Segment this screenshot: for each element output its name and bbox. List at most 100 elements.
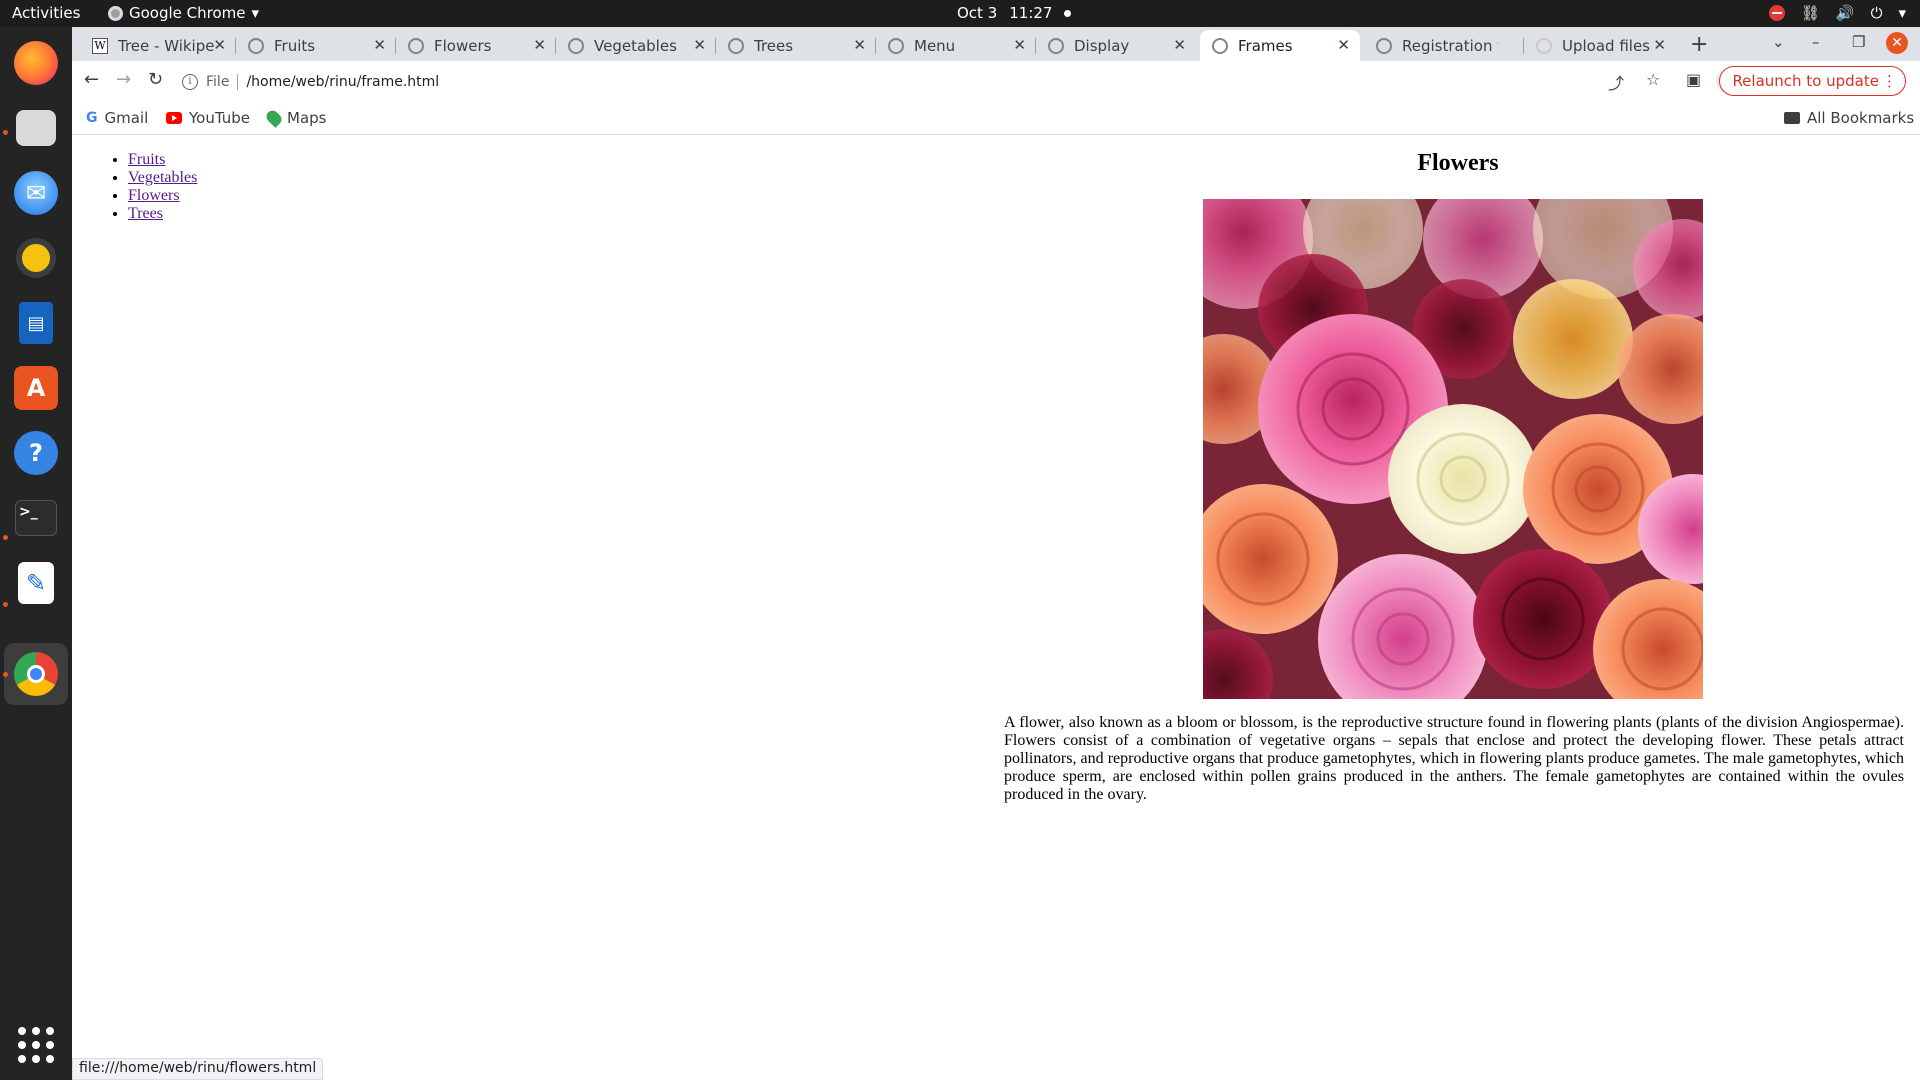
dock-rhythmbox[interactable] — [10, 232, 62, 284]
address-bar[interactable]: i File /home/web/rinu/frame.html — [182, 66, 1742, 98]
app-menu[interactable]: Google Chrome ▾ — [108, 4, 259, 22]
close-icon[interactable]: ✕ — [1653, 36, 1666, 54]
dock-thunderbird[interactable]: ✉ — [10, 167, 62, 219]
tab-label: Trees — [754, 36, 794, 55]
running-indicator — [3, 130, 8, 135]
dock-chrome[interactable] — [4, 643, 68, 705]
bookmark-label: Maps — [287, 109, 327, 127]
help-icon: ? — [14, 431, 58, 475]
tab-tree-wikipedia[interactable]: W Tree - Wikipe ✕ — [80, 30, 236, 61]
close-icon[interactable]: ✕ — [533, 36, 546, 54]
files-icon — [16, 110, 56, 146]
tab-fruits[interactable]: Fruits ✕ — [236, 30, 396, 61]
link-vegetables[interactable]: Vegetables — [128, 169, 197, 186]
relaunch-to-update-button[interactable]: Relaunch to update ⋮ — [1719, 66, 1906, 96]
kebab-menu-icon[interactable]: ⋮ — [1882, 67, 1897, 95]
dock-writer[interactable]: ▤ — [10, 297, 62, 349]
system-top-bar: Activities Google Chrome ▾ Oct 3 11:27 ⛓… — [0, 0, 1920, 27]
bookmarks-bar: G Gmail YouTube Maps All Bookmarks — [72, 103, 1920, 135]
libreoffice-writer-icon: ▤ — [19, 302, 53, 344]
show-apps-grid-icon[interactable] — [18, 1027, 54, 1063]
tab-upload-files[interactable]: Upload files ✕ — [1524, 30, 1676, 61]
minimize-icon[interactable]: – — [1812, 33, 1820, 51]
close-icon[interactable]: ✕ — [1173, 36, 1186, 54]
tab-flowers[interactable]: Flowers ✕ — [396, 30, 556, 61]
folder-icon — [1784, 112, 1800, 124]
globe-icon — [888, 37, 904, 54]
app-menu-label: Google Chrome — [129, 4, 246, 22]
activities-button[interactable]: Activities — [12, 4, 80, 22]
do-not-disturb-icon — [1768, 5, 1785, 21]
back-arrow-icon[interactable]: ← — [84, 69, 99, 90]
address-url[interactable]: /home/web/rinu/frame.html — [246, 74, 439, 90]
tab-vegetables[interactable]: Vegetables ✕ — [556, 30, 716, 61]
reload-icon[interactable]: ↻ — [148, 69, 163, 90]
all-bookmarks[interactable]: All Bookmarks — [1784, 109, 1914, 127]
text-editor-icon: ✎ — [18, 562, 54, 604]
all-bookmarks-label: All Bookmarks — [1807, 109, 1915, 127]
side-panel-icon[interactable]: ▣ — [1686, 70, 1701, 89]
forward-arrow-icon[interactable]: → — [116, 69, 131, 90]
globe-icon — [1048, 37, 1064, 54]
tab-label: Registration f — [1402, 36, 1498, 55]
maps-pin-icon — [264, 108, 284, 128]
info-icon[interactable]: i — [182, 74, 198, 90]
close-icon[interactable]: ✕ — [693, 36, 706, 54]
globe-icon — [408, 37, 424, 54]
status-bubble: file:///home/web/rinu/flowers.html — [72, 1058, 324, 1080]
chevron-down-icon: ▾ — [251, 4, 260, 22]
close-icon[interactable]: ✕ — [213, 36, 226, 54]
list-item: Fruits — [128, 151, 197, 169]
clock[interactable]: Oct 3 11:27 — [957, 4, 1072, 22]
globe-icon — [1212, 37, 1228, 54]
dock-help[interactable]: ? — [10, 427, 62, 479]
share-icon[interactable]: ⤴ — [1608, 70, 1624, 94]
bookmark-maps[interactable]: Maps — [264, 108, 327, 128]
dock-terminal[interactable]: >_ — [10, 492, 62, 544]
tab-display[interactable]: Display ✕ — [1036, 30, 1196, 61]
running-indicator — [3, 602, 8, 607]
power-icon: ⏻ — [1870, 4, 1883, 22]
loading-icon — [1536, 37, 1552, 54]
bookmark-gmail[interactable]: G Gmail — [86, 109, 148, 127]
navigation-frame: Fruits Vegetables Flowers Trees — [72, 136, 996, 1080]
globe-icon — [248, 37, 264, 54]
dock-text-editor[interactable]: ✎ — [10, 557, 62, 609]
close-icon[interactable]: ✕ — [1337, 36, 1350, 54]
bookmark-label: Gmail — [104, 109, 149, 127]
new-tab-plus-icon[interactable]: + — [1690, 32, 1708, 57]
nav-list: Fruits Vegetables Flowers Trees — [128, 151, 197, 223]
tab-registration[interactable]: Registration f — [1364, 30, 1524, 61]
tab-label: Menu — [914, 36, 956, 55]
window-close-icon[interactable]: ✕ — [1886, 32, 1908, 54]
link-trees[interactable]: Trees — [128, 205, 163, 222]
firefox-icon — [14, 41, 58, 85]
close-icon[interactable]: ✕ — [1013, 36, 1026, 54]
dock-firefox[interactable] — [10, 37, 62, 89]
tab-search-chevron-icon[interactable]: ⌄ — [1772, 33, 1785, 51]
bookmark-youtube[interactable]: YouTube — [166, 109, 250, 127]
restore-icon[interactable]: ❐ — [1852, 33, 1865, 51]
list-item: Trees — [128, 205, 197, 223]
tab-frames[interactable]: Frames ✕ — [1200, 30, 1360, 61]
clock-time: 11:27 — [1009, 4, 1053, 22]
globe-icon — [568, 37, 584, 54]
tab-menu[interactable]: Menu ✕ — [876, 30, 1036, 61]
dock-app-center[interactable]: A — [10, 362, 62, 414]
tab-trees[interactable]: Trees ✕ — [716, 30, 876, 61]
close-icon[interactable]: ✕ — [853, 36, 866, 54]
link-flowers[interactable]: Flowers — [128, 187, 180, 204]
tab-label: Frames — [1238, 36, 1293, 55]
system-tray[interactable]: ⛓ 🔊 ⏻ ▾ — [1768, 4, 1906, 22]
chevron-down-icon: ▾ — [1898, 4, 1906, 22]
page-title: Flowers — [1417, 150, 1499, 176]
address-scheme: File — [206, 74, 230, 90]
dock-files[interactable] — [10, 102, 62, 154]
roses-image — [1203, 199, 1703, 699]
running-indicator — [3, 672, 8, 677]
volume-icon: 🔊 — [1835, 4, 1855, 22]
close-icon[interactable]: ✕ — [373, 36, 386, 54]
bookmark-star-icon[interactable]: ☆ — [1646, 70, 1660, 89]
link-fruits[interactable]: Fruits — [128, 151, 165, 168]
flowers-description: A flower, also known as a bloom or bloss… — [1004, 714, 1904, 803]
